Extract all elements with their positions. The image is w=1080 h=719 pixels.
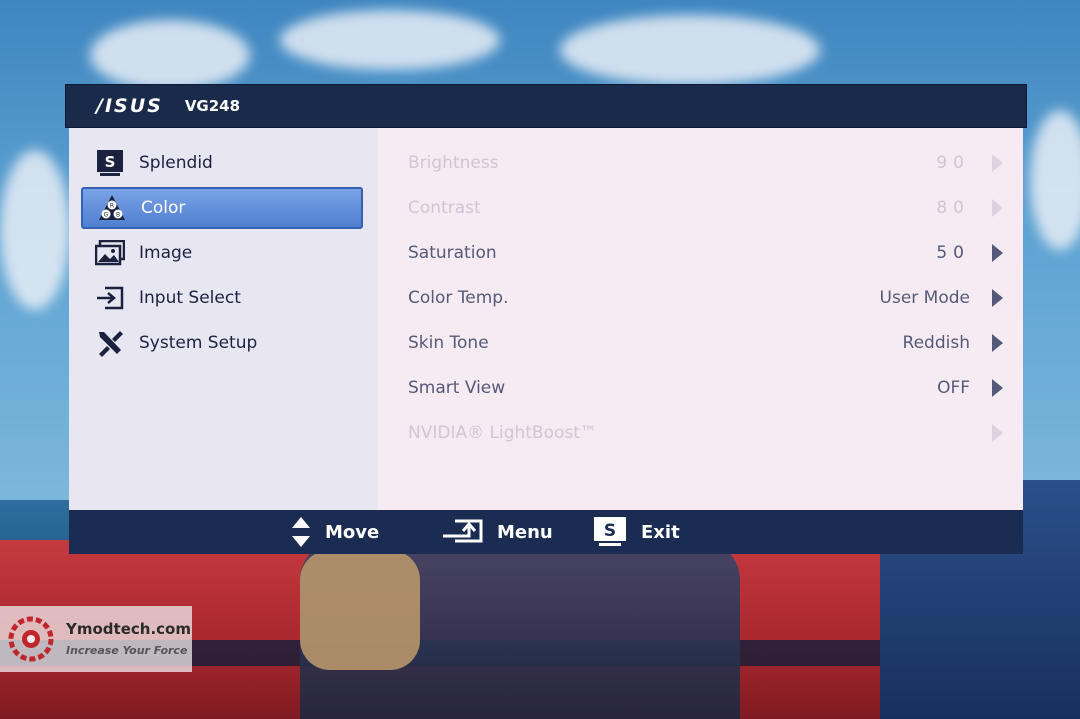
move-label: Move — [325, 521, 380, 543]
watermark-logo-icon — [8, 616, 54, 662]
setting-lightboost[interactable]: NVIDIA® LightBoost™ — [408, 413, 1003, 453]
cloud — [280, 10, 500, 70]
sidebar-item-input-select[interactable]: Input Select — [81, 277, 361, 319]
menu-enter-icon — [441, 519, 483, 545]
setting-label: Saturation — [408, 243, 497, 263]
watermark-subtitle: Increase Your Force — [66, 644, 188, 657]
svg-text:B: B — [116, 212, 120, 219]
cloud — [0, 150, 70, 310]
up-down-arrows-icon — [291, 516, 311, 548]
settings-panel: Brightness 90 Contrast 80 Saturation 50 … — [378, 128, 1023, 510]
splendid-exit-icon: S — [593, 516, 627, 548]
chevron-right-icon — [992, 199, 1003, 217]
sidebar-item-label: Splendid — [139, 153, 213, 173]
setting-label: Contrast — [408, 198, 481, 218]
menu-button[interactable]: Menu — [441, 510, 553, 554]
watermark: Ymodtech.com Increase Your Force — [0, 606, 192, 672]
setting-skin-tone[interactable]: Skin Tone Reddish — [408, 323, 1003, 363]
setting-label: Skin Tone — [408, 333, 489, 353]
sidebar-item-color[interactable]: R G B Color — [81, 187, 363, 229]
chevron-right-icon — [992, 424, 1003, 442]
sidebar-item-splendid[interactable]: S Splendid — [81, 142, 361, 184]
watermark-title: Ymodtech.com — [66, 620, 191, 638]
exit-label: Exit — [641, 521, 680, 543]
image-icon — [95, 238, 125, 268]
svg-text:G: G — [104, 212, 109, 219]
setting-brightness[interactable]: Brightness 90 — [408, 143, 1003, 183]
wrench-screwdriver-icon — [95, 328, 125, 358]
setting-value: OFF — [937, 378, 970, 398]
cloud — [560, 15, 820, 85]
osd-window: /ISUS VG248 S Splendid R G B Color Image… — [65, 84, 1027, 554]
osd-header: /ISUS VG248 — [65, 84, 1027, 128]
osd-footer: Move Menu S Exit — [69, 510, 1023, 554]
sidebar: S Splendid R G B Color Image Input Selec… — [69, 128, 378, 510]
menu-label: Menu — [497, 521, 553, 543]
setting-label: NVIDIA® LightBoost™ — [408, 423, 597, 443]
setting-label: Smart View — [408, 378, 506, 398]
sidebar-item-image[interactable]: Image — [81, 232, 361, 274]
setting-value: 90 — [936, 153, 970, 173]
chevron-right-icon — [992, 379, 1003, 397]
move-button[interactable]: Move — [291, 510, 379, 554]
input-select-icon — [95, 283, 125, 313]
exit-button[interactable]: S Exit — [593, 510, 680, 554]
setting-value: User Mode — [879, 288, 970, 308]
sidebar-item-system-setup[interactable]: System Setup — [81, 322, 361, 364]
osd-body: S Splendid R G B Color Image Input Selec… — [69, 128, 1023, 510]
setting-label: Color Temp. — [408, 288, 509, 308]
person-jacket — [300, 550, 420, 670]
svg-text:S: S — [105, 153, 116, 171]
setting-saturation[interactable]: Saturation 50 — [408, 233, 1003, 273]
chevron-right-icon — [992, 289, 1003, 307]
sidebar-item-label: Input Select — [139, 288, 241, 308]
splendid-s-icon: S — [95, 148, 125, 178]
setting-value: Reddish — [902, 333, 970, 353]
brand-logo: /ISUS — [96, 95, 163, 117]
chevron-right-icon — [992, 154, 1003, 172]
setting-smart-view[interactable]: Smart View OFF — [408, 368, 1003, 408]
chevron-right-icon — [992, 334, 1003, 352]
svg-text:S: S — [604, 521, 616, 541]
color-rgb-icon: R G B — [97, 193, 127, 223]
setting-contrast[interactable]: Contrast 80 — [408, 188, 1003, 228]
chevron-right-icon — [992, 244, 1003, 262]
setting-label: Brightness — [408, 153, 499, 173]
svg-text:R: R — [110, 203, 114, 210]
sidebar-item-label: System Setup — [139, 333, 258, 353]
setting-value: 80 — [936, 198, 970, 218]
sidebar-item-label: Image — [139, 243, 193, 263]
setting-color-temp[interactable]: Color Temp. User Mode — [408, 278, 1003, 318]
cloud — [90, 20, 250, 90]
sidebar-item-label: Color — [141, 198, 186, 218]
setting-value: 50 — [936, 243, 970, 263]
model-name: VG248 — [184, 97, 241, 115]
